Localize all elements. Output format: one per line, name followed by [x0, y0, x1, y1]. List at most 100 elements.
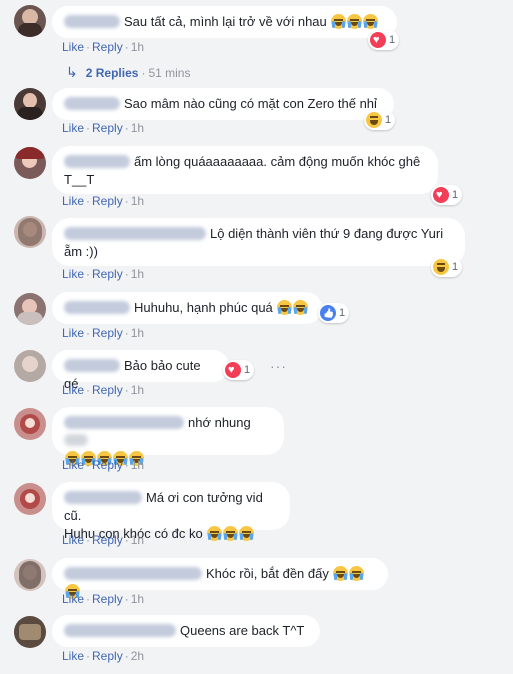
separator: ·	[124, 649, 129, 663]
reply-link[interactable]: Reply	[92, 592, 123, 606]
avatar[interactable]	[14, 616, 46, 648]
separator: ·	[141, 66, 146, 80]
commenter-name[interactable]	[64, 567, 202, 580]
commenter-name[interactable]	[64, 491, 142, 504]
commenter-name[interactable]	[64, 359, 120, 372]
comment-actions: Like · Reply · 1h	[62, 458, 144, 472]
crying-emoji-icon	[223, 526, 239, 541]
commenter-name[interactable]	[64, 301, 130, 314]
comment-bubble: Queens are back T^T	[52, 615, 320, 647]
timestamp[interactable]: 1h	[131, 121, 144, 135]
timestamp[interactable]: 1h	[131, 267, 144, 281]
avatar[interactable]	[14, 5, 46, 37]
reaction-count: 1	[385, 114, 392, 126]
commenter-name[interactable]	[64, 155, 130, 168]
separator: ·	[86, 326, 91, 340]
comment-actions: Like · Reply · 1h	[62, 194, 144, 208]
commenter-name[interactable]	[64, 416, 184, 429]
timestamp[interactable]: 1h	[131, 40, 144, 54]
reply-link[interactable]: Reply	[92, 533, 123, 547]
comment-text-line2: ẵm :))	[64, 244, 98, 259]
reply-link[interactable]: Reply	[92, 121, 123, 135]
timestamp[interactable]: 2h	[131, 649, 144, 663]
comment-text-line2: T__T	[64, 172, 95, 187]
reaction-badge[interactable]: 1	[431, 257, 463, 277]
comment-bubble: ấm lòng quáaaaaaaaa. cảm động muốn khóc …	[52, 146, 438, 194]
avatar[interactable]	[14, 559, 46, 591]
like-reaction-icon	[320, 305, 336, 321]
reaction-count: 1	[452, 261, 459, 273]
reply-link[interactable]: Reply	[92, 194, 123, 208]
reaction-badge[interactable]: 1	[364, 110, 396, 130]
reply-link[interactable]: Reply	[92, 458, 123, 472]
reply-arrow-icon: ↳	[66, 64, 78, 80]
separator: ·	[124, 40, 129, 54]
comment-text: Sau tất cả, mình lại trở về với nhau	[124, 14, 327, 29]
separator: ·	[86, 383, 91, 397]
reaction-badge[interactable]: 1	[431, 185, 463, 205]
comment-text: Queens are back T^T	[180, 623, 305, 638]
crying-emoji-icon	[333, 566, 349, 581]
reaction-badge[interactable]: 1	[368, 30, 400, 50]
comment-actions: Like · Reply · 1h	[62, 40, 144, 54]
like-link[interactable]: Like	[62, 592, 84, 606]
reaction-badge[interactable]: 1	[223, 360, 255, 380]
reply-link[interactable]: Reply	[92, 40, 123, 54]
timestamp[interactable]: 1h	[131, 194, 144, 208]
crying-emoji-icon	[347, 14, 363, 29]
separator: ·	[86, 458, 91, 472]
separator: ·	[86, 194, 91, 208]
comment-text: Khóc rồi, bắt đền đấy	[206, 566, 329, 581]
like-link[interactable]: Like	[62, 649, 84, 663]
separator: ·	[124, 458, 129, 472]
avatar[interactable]	[14, 483, 46, 515]
timestamp[interactable]: 1h	[131, 592, 144, 606]
avatar[interactable]	[14, 88, 46, 120]
reply-link[interactable]: Reply	[92, 383, 123, 397]
crying-emoji-icon	[207, 526, 223, 541]
reply-link[interactable]: Reply	[92, 649, 123, 663]
reply-link[interactable]: Reply	[92, 326, 123, 340]
crying-emoji-icon	[349, 566, 365, 581]
reaction-badge[interactable]: 1	[318, 303, 350, 323]
like-link[interactable]: Like	[62, 326, 84, 340]
separator: ·	[86, 592, 91, 606]
like-link[interactable]: Like	[62, 383, 84, 397]
commenter-name[interactable]	[64, 97, 120, 110]
crying-emoji-icon	[293, 300, 309, 315]
like-link[interactable]: Like	[62, 267, 84, 281]
comment-bubble: Huhuhu, hạnh phúc quá	[52, 292, 322, 324]
timestamp[interactable]: 1h	[131, 458, 144, 472]
view-replies-link[interactable]: 2 Replies	[86, 66, 139, 80]
avatar[interactable]	[14, 216, 46, 248]
avatar[interactable]	[14, 408, 46, 440]
like-link[interactable]: Like	[62, 121, 84, 135]
like-link[interactable]: Like	[62, 458, 84, 472]
like-link[interactable]: Like	[62, 194, 84, 208]
like-link[interactable]: Like	[62, 533, 84, 547]
commenter-name[interactable]	[64, 624, 176, 637]
haha-reaction-icon	[366, 112, 382, 128]
reply-link[interactable]: Reply	[92, 267, 123, 281]
comment-bubble: Má ơi con tưởng vid cũ. Huhu con khóc có…	[52, 482, 290, 541]
separator: ·	[124, 533, 129, 547]
love-reaction-icon	[433, 187, 449, 203]
more-options-icon[interactable]: ···	[270, 358, 287, 374]
comment-bubble: Bảo bảo cute qé	[52, 350, 229, 391]
separator: ·	[124, 326, 129, 340]
comment-actions: Like · Reply · 2h	[62, 649, 144, 663]
avatar[interactable]	[14, 293, 46, 325]
timestamp[interactable]: 1h	[131, 533, 144, 547]
comment-actions: Like · Reply · 1h	[62, 121, 144, 135]
commenter-name[interactable]	[64, 15, 120, 28]
commenter-name[interactable]	[64, 227, 206, 240]
timestamp[interactable]: 1h	[131, 326, 144, 340]
like-link[interactable]: Like	[62, 40, 84, 54]
separator: ·	[124, 383, 129, 397]
reaction-count: 1	[339, 307, 346, 319]
avatar[interactable]	[14, 350, 46, 382]
timestamp[interactable]: 1h	[131, 383, 144, 397]
comment-bubble: Sau tất cả, mình lại trở về với nhau	[52, 6, 397, 38]
separator: ·	[86, 40, 91, 54]
avatar[interactable]	[14, 147, 46, 179]
